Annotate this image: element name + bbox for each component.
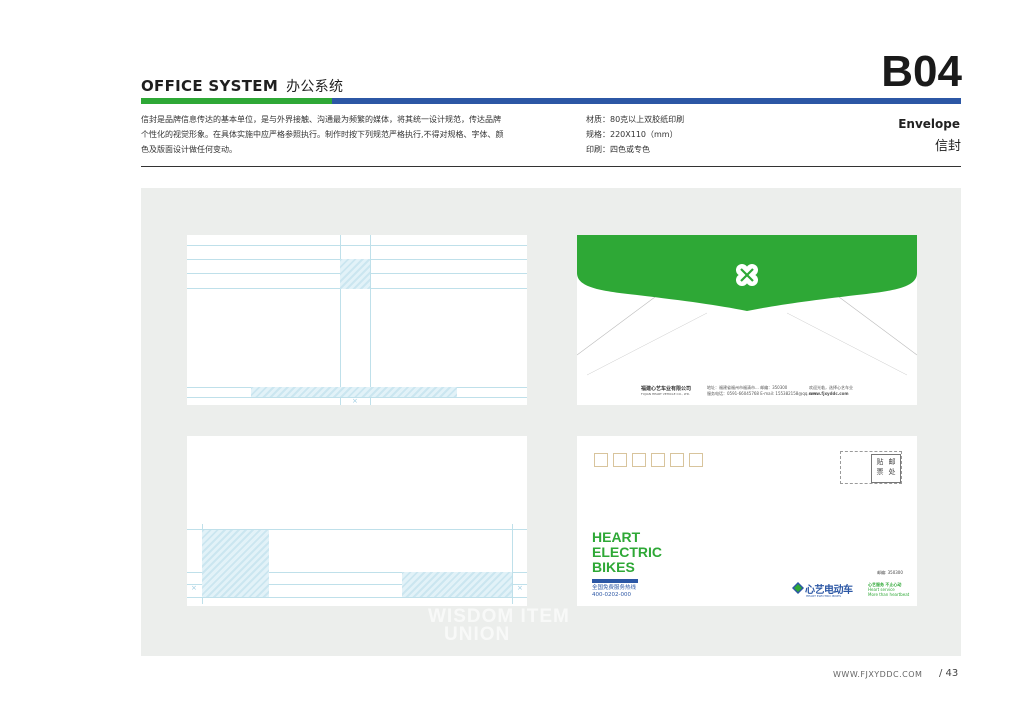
accent-bar-blue — [332, 98, 961, 104]
section-title-en: OFFICE SYSTEM — [141, 77, 279, 95]
back-phone: 服务电话：0591-66045768 E-mail: 155382158@qq.… — [707, 391, 818, 396]
accent-bar-green — [141, 98, 332, 104]
description-line: 信封是品牌信息传达的基本单位，是与外界接触、沟通最为频繁的媒体，将其统一设计规范… — [141, 115, 501, 124]
brand-line: ELECTRIC — [592, 544, 662, 560]
postcode-box — [670, 453, 684, 467]
page-number: / 43 — [939, 668, 959, 679]
envelope-back: 福建心艺车业有限公司 FUJIAN HEART VEHICLE CO., LTD… — [577, 235, 917, 405]
stamp-char: 邮 — [888, 458, 896, 466]
envelope-front: 贴 票 邮 处 HEART ELECTRIC BIKES 全国免费服务热线 40… — [577, 436, 917, 606]
envelope-back-grid: × — [187, 235, 527, 405]
brand-line: BIKES — [592, 559, 635, 575]
hotline-number: 400-0202-000 — [592, 592, 631, 598]
spec-list: 材质：80克以上双胶纸印刷 规格：220X110（mm） 印刷：四色或专色 — [586, 112, 684, 157]
brand-logo-icon — [792, 582, 804, 594]
zip-code: 邮编: 350300 — [877, 570, 903, 575]
back-company-name: 福建心艺车业有限公司 — [641, 386, 692, 392]
stamp-char: 票 — [876, 468, 884, 476]
section-title: OFFICE SYSTEM 办公系统 — [141, 76, 343, 96]
hotline-label: 全国免费服务热线 — [592, 585, 637, 591]
item-title-cn: 信封 — [934, 139, 961, 154]
brand-wordmark: HEART ELECTRIC BIKES — [592, 530, 662, 575]
postcode-box — [594, 453, 608, 467]
back-company-en: FUJIAN HEART VEHICLE CO., LTD. — [641, 392, 691, 396]
logo-name-en: HEART ELECTRIC BIKES — [806, 594, 841, 598]
item-title-en: Envelope — [898, 117, 960, 131]
postcode-box — [613, 453, 627, 467]
page-code: B04 — [881, 47, 962, 96]
spec-print: 印刷：四色或专色 — [586, 145, 650, 154]
description-line: 个性化的视觉形象。在具体实施中应严格参照执行。制作时按下列规范严格执行,不得对规… — [141, 130, 504, 139]
footer-url: WWW.FJXYDDC.COM — [833, 670, 923, 679]
postcode-box — [632, 453, 646, 467]
clover-logo-icon — [736, 264, 758, 286]
watermark-line: UNION — [444, 624, 511, 645]
spec-size: 规格：220X110（mm） — [586, 130, 678, 139]
stamp-label: 贴 票 邮 处 — [871, 454, 901, 483]
mockup-stage: × 福建心艺车业有限公司 FUJIAN HEART VEHICLE CO., L… — [141, 188, 961, 656]
stamp-char: 处 — [888, 468, 896, 476]
section-title-cn: 办公系统 — [286, 79, 344, 95]
brand-line: HEART — [592, 529, 641, 545]
postcode-box — [651, 453, 665, 467]
stamp-char: 贴 — [876, 458, 884, 466]
postcode-box — [689, 453, 703, 467]
spec-material: 材质：80克以上双胶纸印刷 — [586, 115, 685, 124]
slogan-en: More than heartbeat — [868, 592, 910, 597]
header-divider — [141, 166, 961, 167]
hotline-bar — [592, 579, 638, 583]
envelope-front-grid: × × — [187, 436, 527, 606]
description-text: 信封是品牌信息传达的基本单位，是与外界接触、沟通最为频繁的媒体，将其统一设计规范… — [141, 112, 531, 157]
back-website: www.fjxyddc.com — [809, 391, 849, 396]
description-line: 色及版面设计做任何变动。 — [141, 145, 237, 154]
